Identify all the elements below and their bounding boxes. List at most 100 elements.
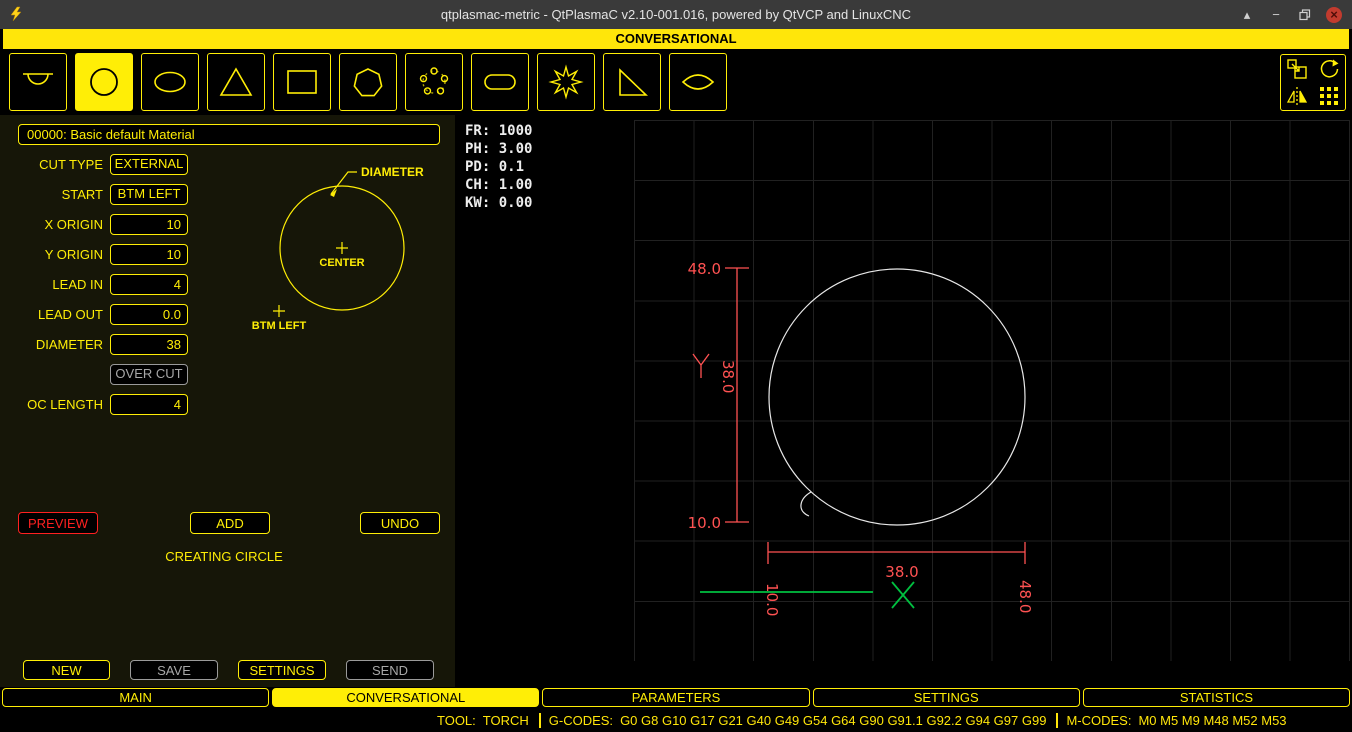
shape-buttons (9, 53, 727, 111)
main-tabbar: MAIN CONVERSATIONAL PARAMETERS SETTINGS … (0, 687, 1352, 708)
close-button[interactable]: × (1326, 7, 1342, 23)
lead-in-label: LEAD IN (0, 277, 110, 292)
shape-button-rectangle[interactable] (273, 53, 331, 111)
shape-help-diagram: DIAMETER CENTER BTM LEFT (230, 145, 455, 345)
cut-height-readout: CH: 1.00 (465, 176, 532, 194)
y-origin-row: Y ORIGIN (0, 243, 188, 265)
tab-parameters[interactable]: PARAMETERS (542, 688, 809, 707)
start-row: START BTM LEFT (0, 183, 188, 205)
oc-length-label: OC LENGTH (0, 397, 110, 412)
material-combobox[interactable]: 00000: Basic default Material (18, 124, 440, 145)
circle-shape-icon (84, 62, 124, 102)
scale-button[interactable] (1281, 55, 1313, 83)
shape-button-slot[interactable] (471, 53, 529, 111)
app-logo-icon (8, 6, 24, 22)
oc-length-input[interactable] (110, 394, 188, 415)
gcodes-value: G0 G8 G10 G17 G21 G40 G49 G54 G64 G90 G9… (620, 713, 1046, 728)
lead-in-input[interactable] (110, 274, 188, 295)
statusbar: TOOL: TORCH G-CODES: G0 G8 G10 G17 G21 G… (0, 708, 1352, 732)
shape-button-star[interactable] (537, 53, 595, 111)
mode-banner: CONVERSATIONAL (3, 29, 1349, 49)
scale-icon (1285, 57, 1309, 81)
titlebar: qtplasmac-metric - QtPlasmaC v2.10-001.0… (0, 0, 1352, 29)
send-button[interactable]: SEND (346, 660, 434, 680)
mcodes-label: M-CODES: (1066, 713, 1131, 728)
tab-main[interactable]: MAIN (2, 688, 269, 707)
window-title: qtplasmac-metric - QtPlasmaC v2.10-001.0… (0, 7, 1352, 22)
mcodes-value: M0 M5 M9 M48 M52 M53 (1138, 713, 1286, 728)
settings-button[interactable]: SETTINGS (238, 660, 326, 680)
y-origin-label: Y ORIGIN (0, 247, 110, 262)
shape-toolbar (0, 49, 1352, 115)
mirror-icon (1285, 84, 1309, 108)
over-cut-button[interactable]: OVER CUT (110, 364, 188, 385)
start-button[interactable]: BTM LEFT (110, 184, 188, 205)
pierce-delay-readout: PD: 0.1 (465, 158, 532, 176)
mirror-button[interactable] (1281, 83, 1313, 111)
preview-panel: FR: 1000 PH: 3.00 PD: 0.1 CH: 1.00 KW: 0… (455, 115, 1352, 687)
shape-button-gusset[interactable] (603, 53, 661, 111)
restore-button[interactable] (1297, 7, 1313, 23)
array-icon (1317, 84, 1341, 108)
gcodes-label: G-CODES: (549, 713, 613, 728)
oc-length-row: OC LENGTH (0, 393, 188, 415)
lead-out-input[interactable] (110, 304, 188, 325)
rotate-button[interactable] (1313, 55, 1345, 83)
start-label: START (0, 187, 110, 202)
tab-conversational[interactable]: CONVERSATIONAL (272, 688, 539, 707)
preview-grid (634, 120, 1350, 661)
diagram-diameter-label: DIAMETER (361, 165, 424, 179)
shape-button-bolt-circle[interactable] (405, 53, 463, 111)
pierce-height-readout: PH: 3.00 (465, 140, 532, 158)
cut-type-button[interactable]: EXTERNAL (110, 154, 188, 175)
shape-button-circle[interactable] (75, 53, 133, 111)
kerf-width-readout: KW: 0.00 (465, 194, 532, 212)
x-origin-label: X ORIGIN (0, 217, 110, 232)
shape-button-ellipse[interactable] (141, 53, 199, 111)
shape-button-polygon[interactable] (339, 53, 397, 111)
shape-button-line[interactable] (9, 53, 67, 111)
save-button[interactable]: SAVE (130, 660, 218, 680)
conversational-status-text: CREATING CIRCLE (18, 549, 430, 564)
sector-shape-icon (678, 62, 718, 102)
ellipse-shape-icon (150, 62, 190, 102)
star-shape-icon (546, 62, 586, 102)
y-origin-input[interactable] (110, 244, 188, 265)
rotate-icon (1317, 57, 1341, 81)
preview-button[interactable]: PREVIEW (18, 512, 98, 534)
tab-settings[interactable]: SETTINGS (813, 688, 1080, 707)
app-window: qtplasmac-metric - QtPlasmaC v2.10-001.0… (0, 0, 1352, 732)
window-controls: ▴ − × (1239, 0, 1342, 29)
x-origin-input[interactable] (110, 214, 188, 235)
cut-type-label: CUT TYPE (0, 157, 110, 172)
rectangle-shape-icon (282, 62, 322, 102)
shade-button[interactable]: ▴ (1239, 7, 1255, 23)
bolt-circle-shape-icon (414, 62, 454, 102)
slot-shape-icon (480, 62, 520, 102)
array-button[interactable] (1313, 83, 1345, 111)
shape-utilities-group (1280, 54, 1346, 111)
x-origin-row: X ORIGIN (0, 213, 188, 235)
shape-button-triangle[interactable] (207, 53, 265, 111)
undo-button[interactable]: UNDO (360, 512, 440, 534)
tool-label: TOOL: (437, 713, 476, 728)
lead-out-label: LEAD OUT (0, 307, 110, 322)
diagram-center-label: CENTER (319, 257, 364, 269)
statusbar-separator (539, 713, 541, 728)
line-shape-icon (18, 62, 58, 102)
tool-value: TORCH (483, 713, 529, 728)
statusbar-separator (1056, 713, 1058, 728)
over-cut-row: OVER CUT (0, 363, 188, 385)
add-button[interactable]: ADD (190, 512, 270, 534)
diameter-label: DIAMETER (0, 337, 110, 352)
diameter-input[interactable] (110, 334, 188, 355)
polygon-shape-icon (348, 62, 388, 102)
shape-button-sector[interactable] (669, 53, 727, 111)
feed-rate-readout: FR: 1000 (465, 122, 532, 140)
minimize-button[interactable]: − (1268, 7, 1284, 23)
cut-parameter-readout: FR: 1000 PH: 3.00 PD: 0.1 CH: 1.00 KW: 0… (465, 122, 532, 212)
lead-in-row: LEAD IN (0, 273, 188, 295)
conversational-panel: 00000: Basic default Material CUT TYPE E… (0, 115, 455, 687)
tab-statistics[interactable]: STATISTICS (1083, 688, 1350, 707)
new-button[interactable]: NEW (23, 660, 110, 680)
